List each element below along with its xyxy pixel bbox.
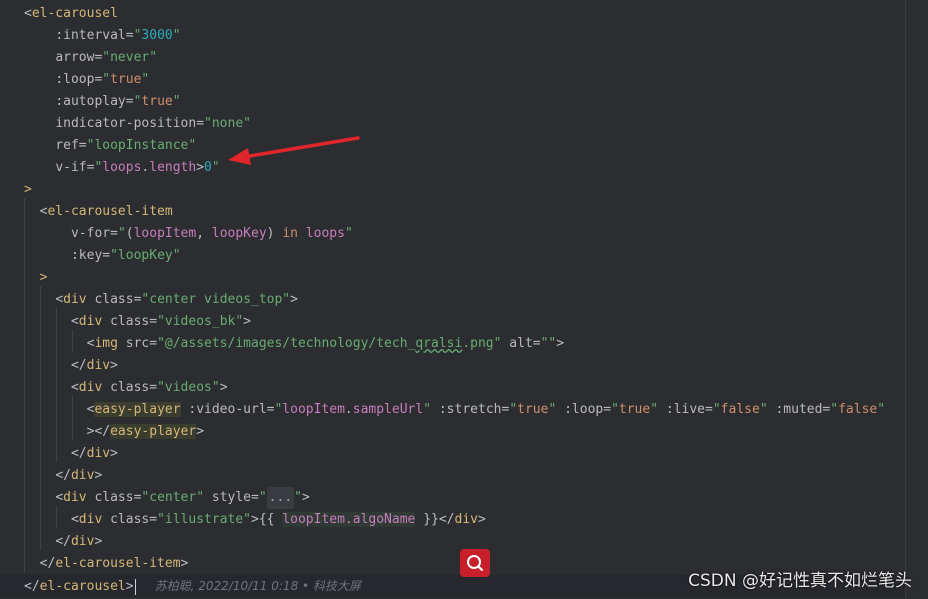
red-annotation-arrow xyxy=(228,136,360,165)
arrow-head xyxy=(228,148,251,165)
search-icon xyxy=(467,555,484,572)
arrow-shaft xyxy=(242,136,360,159)
search-badge[interactable] xyxy=(460,549,490,577)
csdn-watermark: CSDN @好记性真不如烂笔头 xyxy=(688,571,912,591)
